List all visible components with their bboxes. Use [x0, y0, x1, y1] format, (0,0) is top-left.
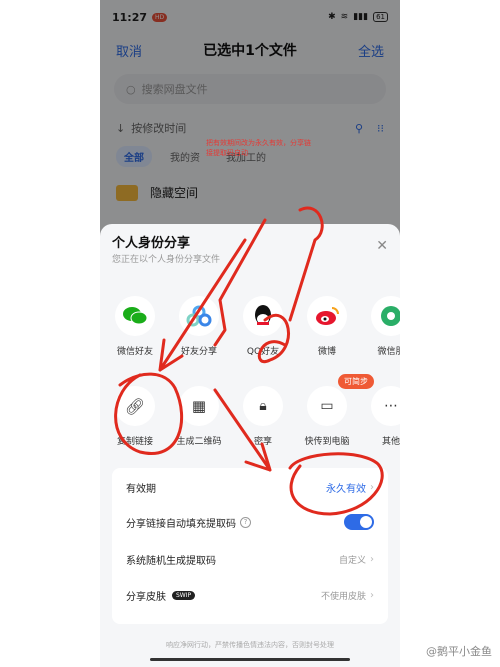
swip-badge: SWIP — [172, 591, 196, 600]
chevron-right-icon: › — [370, 590, 374, 601]
random-code-label: 系统随机生成提取码 — [126, 556, 216, 567]
computer-icon: ▭ — [320, 398, 334, 414]
weibo-icon-wrap — [307, 296, 347, 336]
action-label: 其他 — [381, 437, 400, 447]
friend-share-icon — [186, 305, 212, 327]
qq-icon — [255, 305, 271, 325]
autofill-label: 分享链接自动填充提取码 — [126, 518, 236, 530]
share-moments[interactable]: 微信朋 — [356, 296, 400, 357]
random-code-value: 自定义 — [338, 556, 366, 566]
chevron-right-icon: › — [370, 482, 374, 493]
skin-value: 不使用皮肤 — [320, 592, 366, 602]
share-weibo[interactable]: 微博 — [292, 296, 362, 357]
help-icon[interactable]: ? — [240, 516, 251, 528]
action-label: 密享 — [253, 437, 272, 447]
wechat-icon — [123, 307, 148, 325]
lock-icon-wrap: 🔒︎ — [243, 386, 283, 426]
share-label: 微博 — [317, 347, 336, 357]
share-label: 微信好友 — [116, 347, 153, 357]
moments-icon — [381, 306, 400, 326]
sheet-subtitle: 您正在以个人身份分享文件 — [112, 255, 221, 265]
chevron-right-icon: › — [370, 554, 374, 565]
share-qq[interactable]: QQ好友 — [228, 296, 298, 357]
random-code-row[interactable]: 系统随机生成提取码 自定义 › — [126, 552, 374, 567]
more-button[interactable]: ⋯ 其他 — [356, 386, 400, 447]
moments-icon-wrap — [371, 296, 400, 336]
weibo-icon — [316, 307, 339, 325]
more-icon-wrap: ⋯ — [371, 386, 400, 426]
validity-value: 永久有效 — [326, 484, 366, 495]
validity-row[interactable]: 有效期 永久有效 › — [126, 480, 374, 495]
close-icon[interactable]: ✕ — [376, 238, 388, 254]
link-icon-wrap: 🔗︎ — [115, 386, 155, 426]
computer-icon-wrap: ▭ — [307, 386, 347, 426]
policy-footer: 响应净网行动，严禁传播色情违法内容，否则封号处理 — [166, 641, 334, 649]
copy-link-button[interactable]: 🔗︎ 复制链接 — [100, 386, 170, 447]
link-icon: 🔗︎ — [124, 396, 146, 416]
share-label: 好友分享 — [180, 347, 217, 357]
annotation-note: 把有效期间改为永久有效，分享链接提取码自动 — [206, 139, 311, 157]
phone-screen: 11:27 HD ✱ ≋ ▮▮▮ 61 取消 已选中1个文件 全选 ○ 搜索网盘… — [100, 0, 400, 667]
sheet-title: 个人身份分享 — [112, 236, 191, 251]
more-icon: ⋯ — [384, 398, 398, 414]
action-label: 复制链接 — [116, 437, 153, 447]
qrcode-icon: ▦ — [191, 397, 207, 415]
skin-label: 分享皮肤 — [126, 592, 166, 603]
autofill-toggle[interactable] — [344, 514, 374, 530]
qrcode-icon-wrap: ▦ — [179, 386, 219, 426]
autofill-row: 分享链接自动填充提取码 ? — [126, 514, 374, 530]
home-indicator — [150, 658, 350, 661]
wechat-icon-wrap — [115, 296, 155, 336]
qrcode-button[interactable]: ▦ 生成二维码 — [164, 386, 234, 447]
private-share-button[interactable]: 🔒︎ 密享 — [228, 386, 298, 447]
send-to-pc-button[interactable]: ▭ 快传到电脑 — [292, 386, 362, 447]
friend-share-icon-wrap — [179, 296, 219, 336]
validity-label: 有效期 — [126, 484, 156, 495]
share-label: 微信朋 — [377, 347, 400, 357]
share-settings-card: 有效期 永久有效 › 分享链接自动填充提取码 ? 系统随机生成提取码 自定义 ›… — [112, 468, 388, 624]
share-sheet: 个人身份分享 您正在以个人身份分享文件 ✕ 微信好友 好友分享 QQ好友 微博 … — [100, 224, 400, 667]
watermark: @鹅平小金鱼 — [426, 645, 492, 658]
action-label: 生成二维码 — [176, 437, 222, 447]
share-friend[interactable]: 好友分享 — [164, 296, 234, 357]
skin-row[interactable]: 分享皮肤 SWIP 不使用皮肤 › — [126, 588, 374, 603]
share-label: QQ好友 — [246, 347, 280, 357]
share-wechat[interactable]: 微信好友 — [100, 296, 170, 357]
action-label: 快传到电脑 — [304, 437, 350, 447]
qq-icon-wrap — [243, 296, 283, 336]
lock-icon: 🔒︎ — [259, 398, 267, 414]
